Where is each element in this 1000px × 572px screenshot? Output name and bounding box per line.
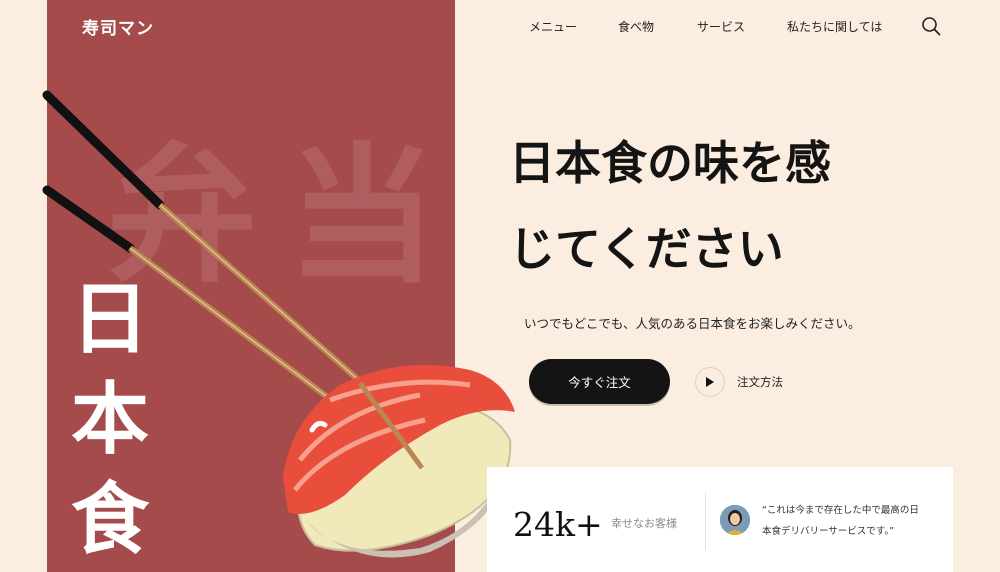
search-icon[interactable] — [921, 16, 941, 36]
brand-logo[interactable]: 寿司マン — [82, 14, 154, 39]
nav-item-about[interactable]: 私たちに関しては — [787, 18, 882, 35]
page: 弁当 寿司マン 日 本 食 メニュー 食べ物 サービス 私たちに関しては 日本食… — [0, 0, 1000, 572]
vertical-title-char: 食 — [70, 474, 149, 565]
how-to-order-label: 注文方法 — [737, 375, 783, 389]
hero-subcopy: いつでもどこでも、人気のある日本食をお楽しみください。 — [524, 316, 861, 331]
testimonial-quote: “これは今まで存在した中で最高の日本食デリバリーサービスです。” — [762, 505, 919, 537]
customer-count-caption: 幸せなお客様 — [611, 517, 677, 530]
headline-line: じてください — [509, 222, 784, 276]
nav-item-food[interactable]: 食べ物 — [618, 18, 654, 35]
vertical-title-char: 日 — [70, 274, 149, 365]
nav-item-services[interactable]: サービス — [697, 18, 745, 35]
nav-item-menu[interactable]: メニュー — [529, 18, 577, 35]
divider — [705, 492, 706, 550]
headline-line: 日本食の味を感 — [509, 136, 831, 190]
play-button[interactable] — [695, 367, 725, 397]
hero-headline: 日本食の味を感 じてください — [509, 120, 929, 292]
play-icon — [706, 377, 714, 387]
avatar — [720, 505, 750, 535]
avatar-portrait-icon — [720, 505, 750, 535]
vertical-title: 日 本 食 — [60, 270, 160, 570]
vertical-title-char: 本 — [70, 374, 149, 465]
stats-card: 24k+ 幸せなお客様 “これは今まで存在した中で最高の日本食デリバリーサービス… — [487, 467, 953, 572]
customer-count: 24k+ — [513, 505, 603, 544]
order-now-button[interactable]: 今すぐ注文 — [529, 359, 670, 404]
how-to-order-link[interactable]: 注文方法 — [695, 367, 783, 397]
